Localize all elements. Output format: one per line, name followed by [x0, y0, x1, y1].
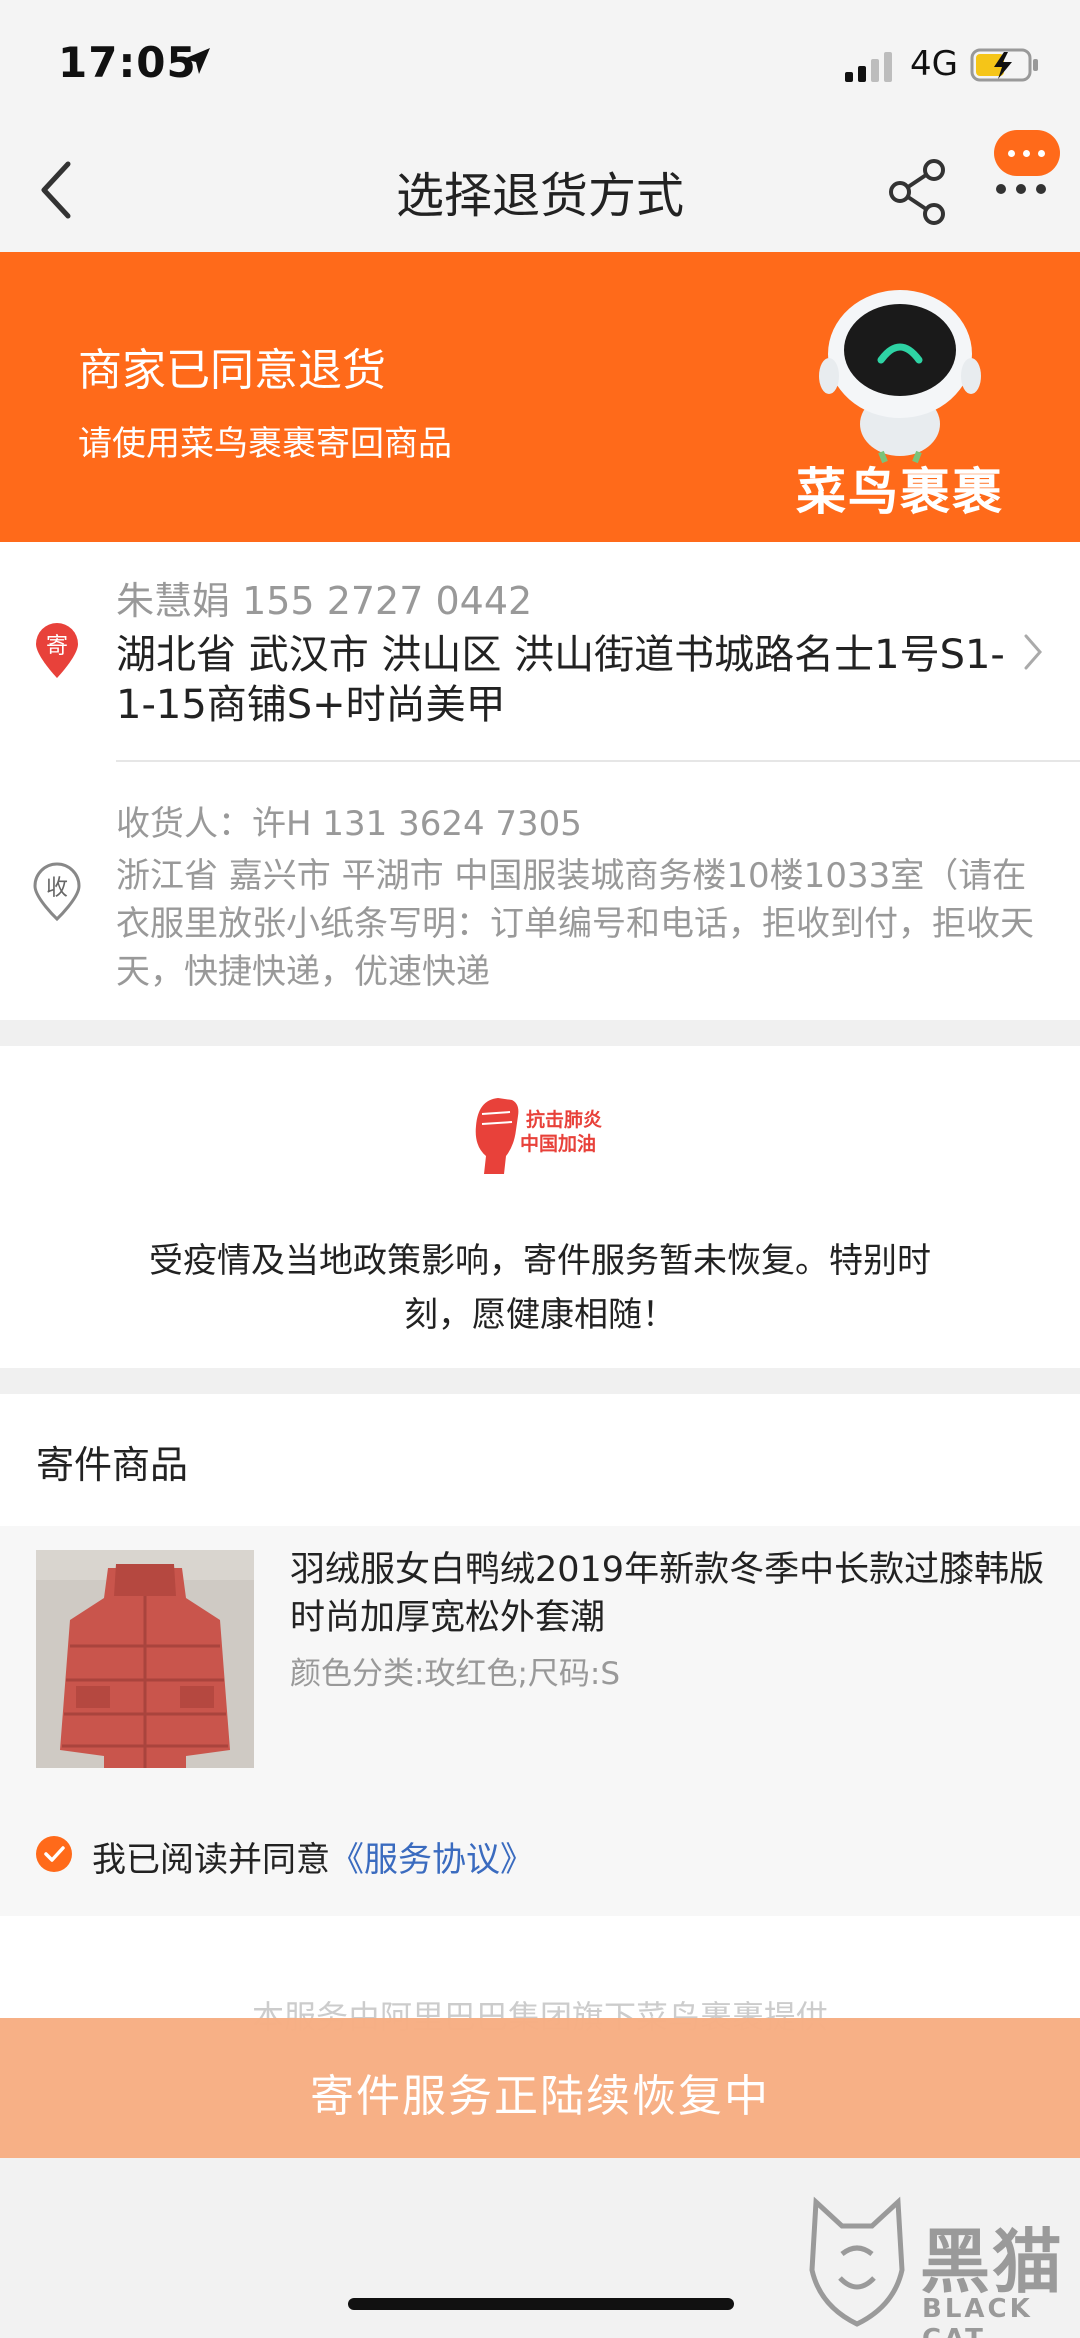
down-jacket-image: [36, 1550, 254, 1768]
cainiao-mascot-icon: [819, 290, 981, 464]
status-time: 17:05: [58, 38, 197, 87]
svg-text:收: 收: [46, 876, 68, 901]
fight-pneumonia-logo: 抗击肺炎 中国加油: [475, 1098, 602, 1174]
receiver-name-phone: 收货人：许H 131 3624 7305: [116, 804, 582, 844]
receiver-address: 浙江省 嘉兴市 平湖市 中国服装城商务楼10楼1033室（请在衣服里放张小纸条写…: [116, 856, 1034, 992]
svg-text:抗击肺炎: 抗击肺炎: [526, 1108, 602, 1131]
agreement-label: 我已阅读并同意: [92, 1840, 330, 1880]
watermark-subtext: BLACK CAT: [922, 2294, 1033, 2338]
agreement-text: 我已阅读并同意《服务协议》: [92, 1832, 534, 1881]
more-icon[interactable]: [994, 184, 1050, 198]
sender-address: 湖北省 武汉市 洪山区 洪山街道书城路名士1号S1-1-15商铺S+时尚美甲: [116, 632, 1005, 728]
product-image[interactable]: [36, 1550, 254, 1768]
goods-section-title: 寄件商品: [36, 1443, 189, 1487]
sender-pin-icon: 寄: [36, 623, 78, 678]
watermark-text: 黑猫: [920, 2221, 1064, 2303]
battery-charging-icon: [970, 48, 1038, 82]
checkbox-checked-icon[interactable]: [36, 1836, 72, 1872]
section-gap: [0, 1020, 1080, 1046]
notice-text: 受疫情及当地政策影响，寄件服务暂未恢复。特别时刻，愿健康相随！: [149, 1241, 931, 1335]
home-indicator[interactable]: [348, 2298, 734, 2310]
section-gap: [0, 1368, 1080, 1394]
divider: [116, 760, 1080, 762]
banner-subtitle: 请使用菜鸟裹裹寄回商品: [78, 424, 452, 464]
product-name: 羽绒服女白鸭绒2019年新款冬季中长款过膝韩版时尚加厚宽松外套潮: [290, 1550, 1045, 1638]
chevron-right-icon[interactable]: [1022, 632, 1044, 672]
share-icon[interactable]: [886, 156, 950, 226]
message-badge[interactable]: [994, 130, 1060, 176]
banner-title: 商家已同意退货: [78, 345, 386, 396]
service-agreement-link[interactable]: 《服务协议》: [330, 1840, 534, 1880]
send-service-button-label: 寄件服务正陆续恢复中: [310, 2071, 770, 2122]
network-type: 4G: [910, 44, 958, 84]
cainiao-brand-logo: 菜鸟裹裹: [796, 463, 1004, 521]
location-arrow-icon: [184, 48, 210, 74]
sender-name-phone: 朱慧娟 155 2727 0442: [116, 579, 533, 623]
svg-text:寄: 寄: [46, 634, 68, 659]
product-spec: 颜色分类:玫红色;尺码:S: [290, 1656, 621, 1692]
receiver-pin-icon: 收: [33, 862, 81, 922]
signal-icon: [845, 52, 892, 82]
svg-text:中国加油: 中国加油: [520, 1132, 596, 1155]
